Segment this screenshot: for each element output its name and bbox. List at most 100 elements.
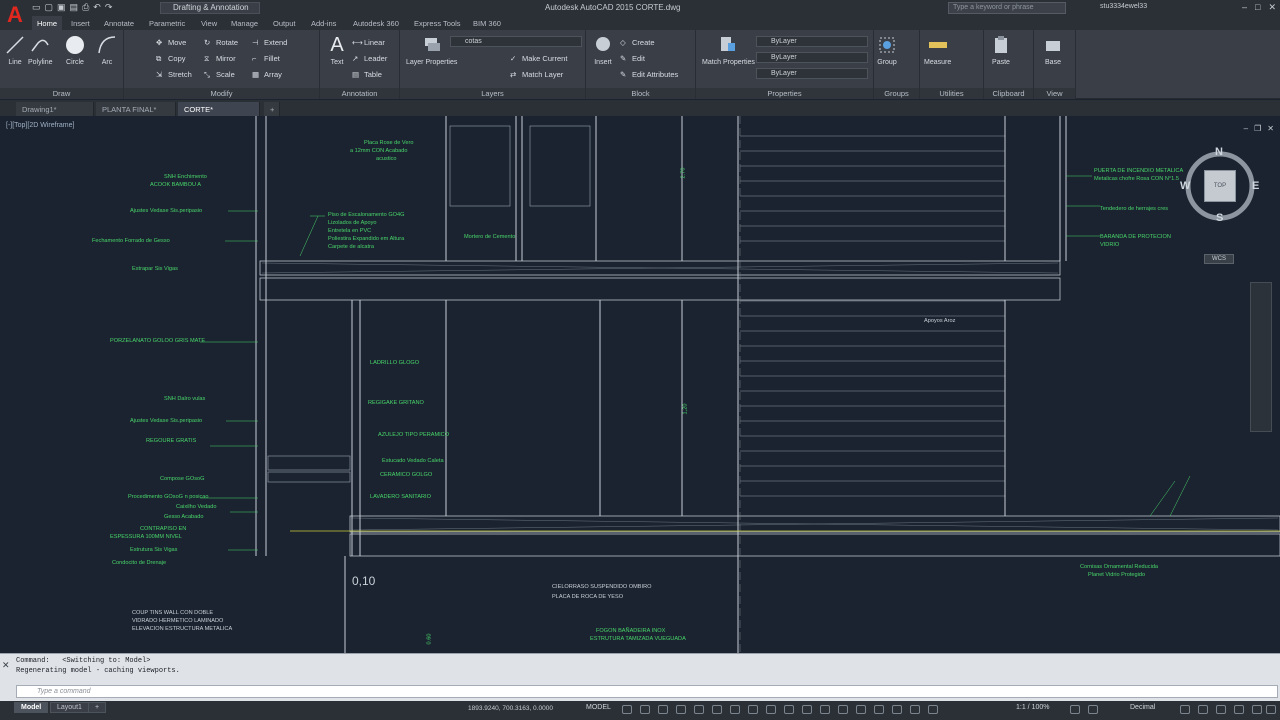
search-input[interactable]: Type a keyword or phrase — [948, 2, 1066, 14]
tab-home[interactable]: Home — [32, 16, 63, 30]
customization-icon[interactable] — [1266, 705, 1276, 714]
paste-button[interactable]: Paste — [990, 34, 1012, 66]
layer-dropdown[interactable]: cotas — [450, 36, 582, 47]
canvas-minimize-icon[interactable]: – — [1244, 124, 1248, 133]
model-space-toggle[interactable]: MODEL — [586, 704, 611, 711]
tab-insert[interactable]: Insert — [66, 16, 95, 30]
open-file-icon[interactable]: ▢ — [45, 2, 54, 13]
draw-panel-title[interactable]: Draw — [0, 88, 123, 99]
view-panel-title[interactable]: View — [1034, 88, 1075, 99]
polar-tracking-icon[interactable] — [712, 705, 722, 714]
tab-output[interactable]: Output — [268, 16, 301, 30]
drawing-canvas[interactable]: [-][Top][2D Wireframe] – ❐ ✕ SNH Enchime… — [0, 116, 1280, 653]
grid-icon[interactable] — [622, 705, 632, 714]
snap-icon[interactable] — [640, 705, 650, 714]
dynamic-ucs-icon[interactable] — [856, 705, 866, 714]
match-layer-button[interactable]: ⇄ Match Layer — [510, 70, 563, 79]
auto-scale-icon[interactable] — [928, 705, 938, 714]
line-button[interactable]: Line — [4, 34, 26, 66]
annotation-monitor-icon[interactable] — [1088, 705, 1098, 714]
minimize-icon[interactable]: – — [1242, 2, 1247, 13]
text-button[interactable]: A Text — [326, 34, 348, 67]
isometric-icon[interactable] — [730, 705, 740, 714]
save-as-icon[interactable]: ▤ — [70, 2, 79, 13]
tab-view[interactable]: View — [196, 16, 222, 30]
insert-block-button[interactable]: Insert — [592, 34, 614, 66]
groups-panel-title[interactable]: Groups — [874, 88, 919, 99]
doc-tab-planta-final[interactable]: PLANTA FINAL* — [96, 102, 176, 116]
mirror-button[interactable]: ⧖ Mirror — [204, 54, 236, 63]
array-button[interactable]: ▦ Array — [252, 70, 282, 79]
tab-manage[interactable]: Manage — [226, 16, 263, 30]
workspace-switching-icon[interactable] — [1070, 705, 1080, 714]
compass-south[interactable]: S — [1216, 212, 1223, 224]
compass-north[interactable]: N — [1215, 146, 1223, 158]
navigation-bar[interactable] — [1250, 282, 1272, 432]
polyline-button[interactable]: Polyline — [28, 34, 53, 66]
selection-filter-icon[interactable] — [874, 705, 884, 714]
clipboard-panel-title[interactable]: Clipboard — [984, 88, 1033, 99]
object-snap-icon[interactable] — [766, 705, 776, 714]
application-menu-button[interactable]: A — [0, 0, 30, 30]
layers-panel-title[interactable]: Layers — [400, 88, 585, 99]
extend-button[interactable]: ⊣ Extend — [252, 38, 287, 47]
command-input[interactable]: Type a command — [16, 685, 1278, 698]
linetype-dropdown[interactable]: ByLayer — [756, 52, 868, 63]
ortho-icon[interactable] — [694, 705, 704, 714]
user-account[interactable]: stu3334ewel33 — [1100, 3, 1147, 10]
arc-button[interactable]: Arc — [96, 34, 118, 66]
doc-tab-corte[interactable]: CORTE* — [178, 102, 260, 116]
color-dropdown[interactable]: ByLayer — [756, 36, 868, 47]
table-button[interactable]: ▤ Table — [352, 70, 382, 79]
annotation-visibility-icon[interactable] — [910, 705, 920, 714]
leader-button[interactable]: ↗ Leader — [352, 54, 387, 63]
workspace-selector[interactable]: Drafting & Annotation — [160, 2, 260, 14]
scale-button[interactable]: ⤡ Scale — [204, 70, 235, 79]
undo-icon[interactable]: ↶ — [93, 2, 101, 13]
lineweight-dropdown[interactable]: ByLayer — [756, 68, 868, 79]
measure-button[interactable]: Measure — [924, 34, 951, 66]
modify-panel-title[interactable]: Modify — [124, 88, 319, 99]
quick-properties-icon[interactable] — [1180, 705, 1190, 714]
fillet-button[interactable]: ⌐ Fillet — [252, 54, 280, 63]
block-panel-title[interactable]: Block — [586, 88, 695, 99]
viewcube[interactable]: N S E W TOP — [1180, 146, 1259, 224]
canvas-close-icon[interactable]: ✕ — [1267, 124, 1274, 133]
isolate-objects-icon[interactable] — [1216, 705, 1226, 714]
model-tab[interactable]: Model — [14, 702, 49, 713]
canvas-restore-icon[interactable]: ❐ — [1254, 124, 1261, 133]
lock-ui-icon[interactable] — [1198, 705, 1208, 714]
viewport-controls-label[interactable]: [-][Top][2D Wireframe] — [6, 122, 74, 129]
properties-panel-title[interactable]: Properties — [696, 88, 873, 99]
layout1-tab[interactable]: Layout1 — [50, 702, 89, 713]
close-icon[interactable]: ✕ — [1268, 2, 1276, 13]
stretch-button[interactable]: ⇲ Stretch — [156, 70, 192, 79]
plot-icon[interactable]: ⎙ — [82, 2, 89, 13]
dynamic-input-icon[interactable] — [676, 705, 686, 714]
compass-west[interactable]: W — [1180, 180, 1190, 192]
save-icon[interactable]: ▣ — [57, 2, 66, 13]
new-file-icon[interactable]: ▭ — [32, 2, 41, 13]
cursor-coordinates[interactable]: 1893.9240, 700.3163, 0.0000 — [468, 705, 553, 712]
compass-east[interactable]: E — [1252, 180, 1259, 192]
3d-osnap-icon[interactable] — [838, 705, 848, 714]
doc-tab-drawing1[interactable]: Drawing1* — [16, 102, 94, 116]
tab-express-tools[interactable]: Express Tools — [409, 16, 466, 30]
add-layout-button[interactable]: + — [88, 702, 107, 713]
lineweight-icon[interactable] — [784, 705, 794, 714]
clean-screen-icon[interactable] — [1252, 705, 1262, 714]
tab-parametric[interactable]: Parametric — [144, 16, 190, 30]
tab-annotate[interactable]: Annotate — [99, 16, 139, 30]
match-properties-button[interactable]: Match Properties — [702, 34, 755, 66]
new-tab-button[interactable]: + — [264, 102, 280, 116]
tab-bim-360[interactable]: BIM 360 — [468, 16, 506, 30]
base-view-button[interactable]: Base — [1042, 34, 1064, 66]
tab-add-ins[interactable]: Add-ins — [306, 16, 341, 30]
rotate-button[interactable]: ↻ Rotate — [204, 38, 238, 47]
redo-icon[interactable]: ↷ — [105, 2, 113, 13]
make-current-button[interactable]: ✓ Make Current — [510, 54, 567, 63]
wcs-menu[interactable]: WCS — [1204, 254, 1234, 264]
transparency-icon[interactable] — [802, 705, 812, 714]
object-snap-tracking-icon[interactable] — [748, 705, 758, 714]
edit-block-button[interactable]: ✎ Edit — [620, 54, 645, 63]
